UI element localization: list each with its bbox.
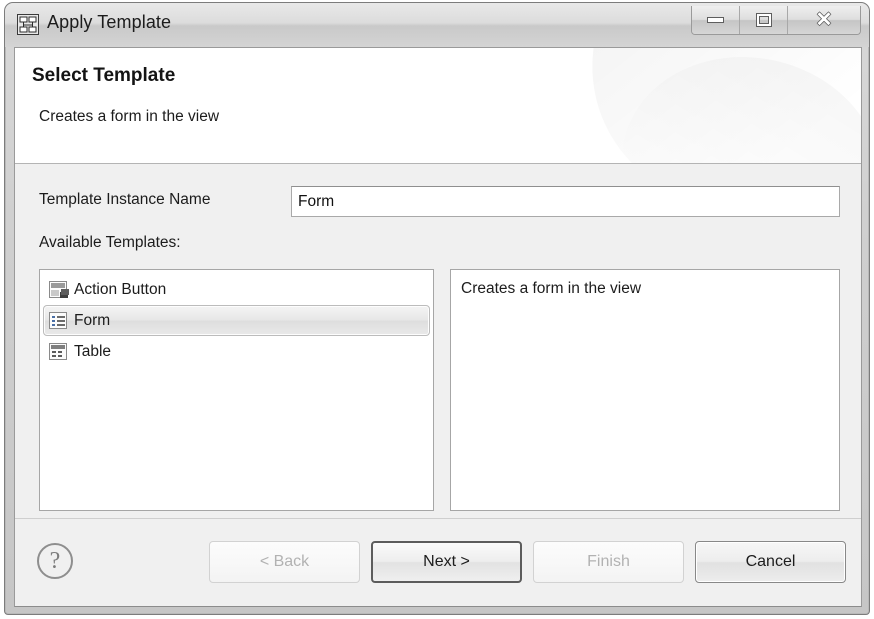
back-button[interactable]: < Back [209, 541, 360, 583]
list-item-label: Action Button [74, 280, 167, 298]
available-templates-list[interactable]: Action Button Form Table [39, 269, 434, 511]
minimize-icon [708, 18, 723, 22]
template-description-text: Creates a form in the view [461, 280, 642, 297]
list-item[interactable]: Form [43, 305, 430, 336]
dialog-footer: ? < Back Next > Finish Cancel [15, 518, 861, 606]
dialog-window: Apply Template ✕ Select Template Creates… [4, 2, 870, 615]
action-button-icon [49, 281, 67, 298]
dialog-client-area: Select Template Creates a form in the vi… [14, 47, 862, 607]
maximize-button[interactable] [740, 6, 788, 34]
window-controls: ✕ [691, 6, 861, 35]
cancel-button[interactable]: Cancel [695, 541, 846, 583]
next-button[interactable]: Next > [371, 541, 522, 583]
instance-name-row: Template Instance Name [15, 186, 861, 218]
dialog-header: Select Template Creates a form in the vi… [15, 48, 861, 164]
dialog-body: Template Instance Name Available Templat… [15, 164, 861, 541]
help-question-icon[interactable]: ? [37, 543, 73, 579]
window-title: Apply Template [47, 12, 172, 32]
list-item[interactable]: Table [43, 336, 430, 367]
maximize-icon [756, 14, 771, 26]
close-icon: ✕ [815, 9, 833, 31]
table-icon [49, 343, 67, 360]
template-hierarchy-icon [17, 14, 39, 35]
page-subtitle: Creates a form in the view [39, 108, 220, 125]
instance-name-label: Template Instance Name [39, 191, 211, 208]
form-icon [49, 312, 67, 329]
template-description-pane: Creates a form in the view [450, 269, 840, 511]
finish-button[interactable]: Finish [533, 541, 684, 583]
list-item-label: Form [74, 311, 111, 329]
instance-name-input[interactable] [291, 186, 840, 217]
page-title: Select Template [32, 65, 176, 86]
close-button[interactable]: ✕ [788, 6, 860, 34]
title-bar[interactable]: Apply Template ✕ [5, 3, 869, 47]
list-item[interactable]: Action Button [43, 274, 430, 305]
dialog-button-row: < Back Next > Finish Cancel [209, 541, 846, 583]
available-templates-label: Available Templates: [39, 234, 181, 251]
minimize-button[interactable] [692, 6, 740, 34]
list-item-label: Table [74, 342, 112, 360]
